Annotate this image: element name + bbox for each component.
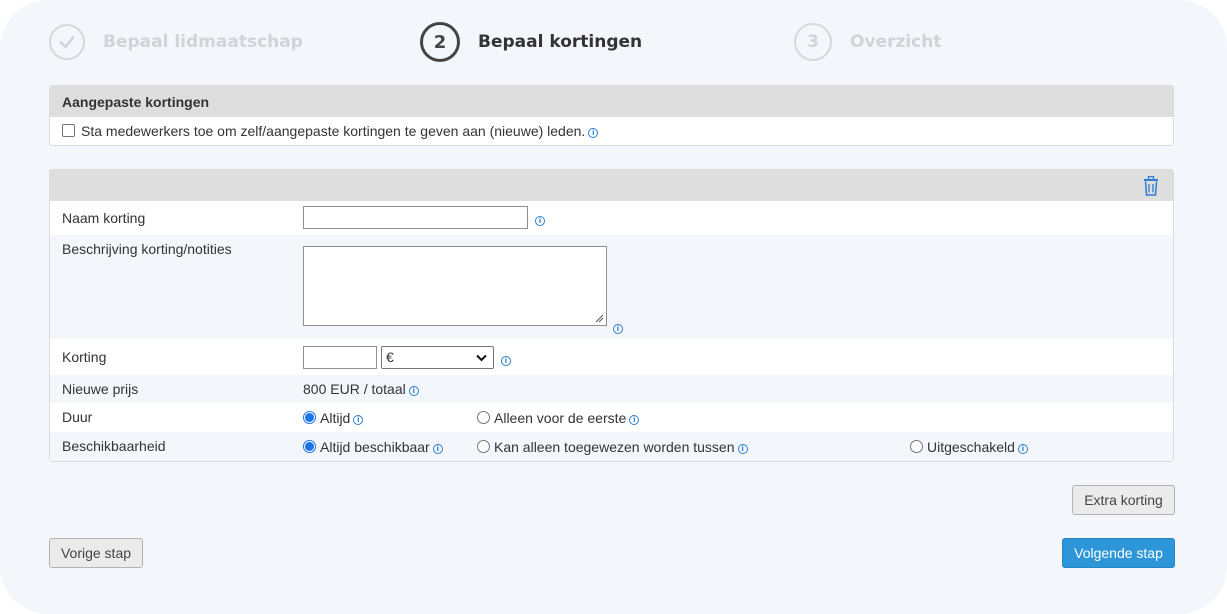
step-2-label: Bepaal kortingen [478,32,643,52]
row-discount: Korting € i [50,339,1173,375]
availability-option-between-label: Kan alleen toegewezen worden tussen [494,439,735,455]
info-icon[interactable]: i [613,324,623,334]
radio-unselected[interactable] [910,440,923,453]
step-3-number: 3 [794,23,832,61]
chevron-down-icon [476,354,487,362]
info-icon-wrap: i [610,319,623,335]
step-3-label: Overzicht [850,32,942,52]
discount-label: Korting [62,349,107,365]
info-icon[interactable]: i [1017,444,1028,454]
step-3: 3 Overzicht [794,22,941,62]
extra-discount-button[interactable]: Extra korting [1072,485,1175,515]
step-2: 2 Bepaal kortingen [420,22,642,62]
info-icon[interactable]: i [535,216,545,226]
new-price-value-wrap: 800 EUR / totaal i [303,381,419,397]
radio-unselected[interactable] [477,411,490,424]
info-icon[interactable]: i [737,444,748,454]
wizard-frame: Bepaal lidmaatschap 2 Bepaal kortingen 3… [0,0,1227,614]
availability-label: Beschikbaarheid [62,438,166,454]
custom-discounts-panel: Aangepaste kortingen Sta medewerkers toe… [49,85,1174,146]
info-icon[interactable]: i [501,356,511,366]
info-icon[interactable]: i [432,444,443,454]
row-new-price: Nieuwe prijs 800 EUR / totaal i [50,375,1173,403]
name-label: Naam korting [62,210,146,226]
radio-selected[interactable] [303,440,316,453]
row-duration: Duur Altijd i Alleen voor de eerste i [50,403,1173,432]
availability-option-always[interactable]: Altijd beschikbaar i [303,439,443,455]
step-1-label: Bepaal lidmaatschap [103,32,303,52]
duration-label: Duur [62,409,93,425]
duration-option-first[interactable]: Alleen voor de eerste i [477,410,640,426]
description-label: Beschrijving korting/notities [62,241,232,257]
availability-option-always-label: Altijd beschikbaar [320,439,430,455]
radio-unselected[interactable] [477,440,490,453]
duration-option-always[interactable]: Altijd i [303,410,364,426]
discount-unit-select[interactable]: € [381,346,494,369]
availability-option-between[interactable]: Kan alleen toegewezen worden tussen i [477,439,748,455]
custom-discounts-title: Aangepaste kortingen [50,86,1173,117]
row-description: Beschrijving korting/notities i [50,235,1173,339]
check-icon [49,24,85,60]
row-availability: Beschikbaarheid Altijd beschikbaar i Kan … [50,432,1173,461]
description-textarea[interactable] [303,246,607,326]
info-icon-wrap: i [532,211,545,227]
trash-icon[interactable] [1143,175,1159,199]
info-icon[interactable]: i [353,415,364,425]
info-icon-wrap: i [498,351,511,367]
custom-discounts-row: Sta medewerkers toe om zelf/aangepaste k… [62,123,599,139]
custom-discounts-checkbox-label: Sta medewerkers toe om zelf/aangepaste k… [81,123,586,139]
info-icon[interactable]: i [629,415,640,425]
availability-option-disabled-label: Uitgeschakeld [927,439,1015,455]
new-price-label: Nieuwe prijs [62,381,139,397]
custom-discounts-checkbox[interactable] [62,124,75,137]
info-icon[interactable]: i [588,128,599,138]
next-step-button[interactable]: Volgende stap [1062,538,1175,568]
info-icon[interactable]: i [408,386,419,396]
duration-option-always-label: Altijd [320,410,351,426]
discount-amount-input[interactable] [303,346,377,369]
availability-option-disabled[interactable]: Uitgeschakeld i [910,439,1028,455]
name-input[interactable] [303,206,528,229]
step-1: Bepaal lidmaatschap [49,22,303,62]
step-2-number: 2 [420,22,460,62]
row-name: Naam korting i [50,201,1173,235]
new-price-value: 800 EUR / totaal [303,381,406,397]
resize-handle-icon[interactable] [594,313,604,323]
previous-step-button[interactable]: Vorige stap [49,538,143,568]
radio-selected[interactable] [303,411,316,424]
discount-form-header [50,170,1173,201]
discount-form-panel: Naam korting i Beschrijving korting/noti… [49,169,1174,462]
discount-unit-value: € [386,349,394,365]
duration-option-first-label: Alleen voor de eerste [494,410,627,426]
